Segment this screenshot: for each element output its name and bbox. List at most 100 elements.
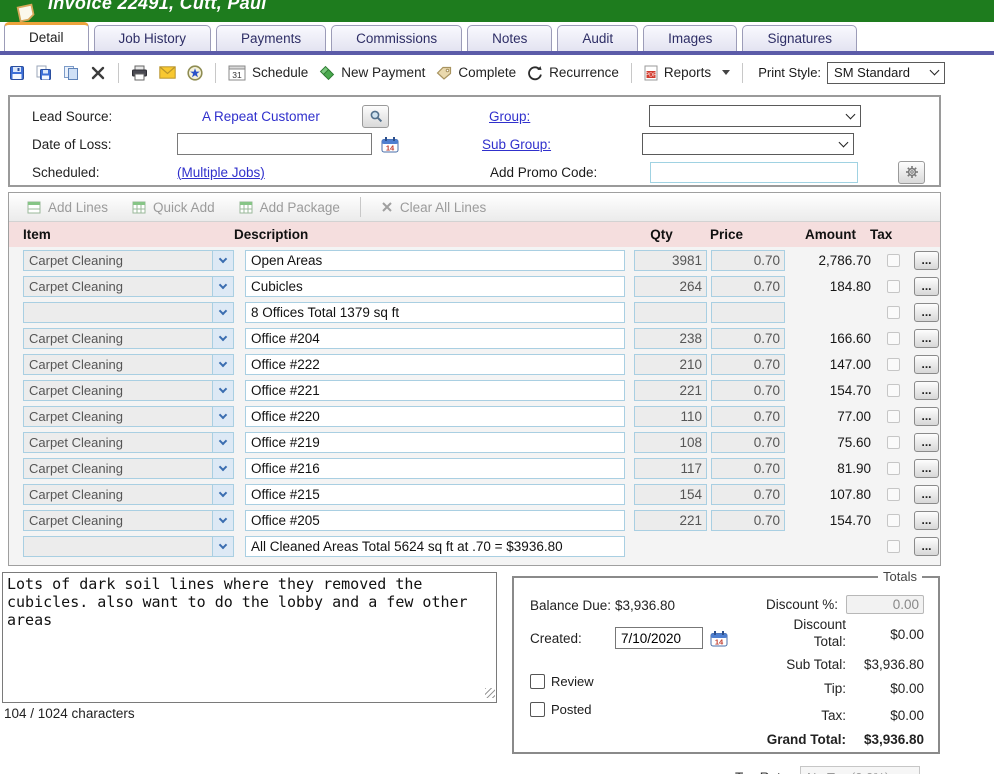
- row-options-button[interactable]: ...: [914, 537, 939, 556]
- price-input[interactable]: [711, 380, 785, 401]
- item-select[interactable]: Carpet Cleaning: [23, 250, 213, 271]
- copy-button[interactable]: [60, 60, 82, 86]
- row-options-button[interactable]: ...: [914, 303, 939, 322]
- qty-input[interactable]: [634, 380, 707, 401]
- description-input[interactable]: [245, 510, 625, 531]
- tax-rate-select[interactable]: No Tax (0.0%): [800, 766, 920, 774]
- tax-checkbox[interactable]: [887, 306, 900, 319]
- description-input[interactable]: [245, 354, 625, 375]
- discount-pct-input[interactable]: [846, 595, 924, 614]
- price-input[interactable]: [711, 484, 785, 505]
- clear-all-lines-button[interactable]: Clear All Lines: [373, 195, 494, 219]
- item-select[interactable]: [23, 302, 213, 323]
- item-select[interactable]: Carpet Cleaning: [23, 406, 213, 427]
- item-select[interactable]: Carpet Cleaning: [23, 276, 213, 297]
- price-input[interactable]: [711, 458, 785, 479]
- quick-add-button[interactable]: Quick Add: [124, 195, 223, 219]
- item-select-chevron[interactable]: [213, 380, 234, 401]
- new-payment-button[interactable]: New Payment: [316, 60, 428, 86]
- item-select[interactable]: Carpet Cleaning: [23, 380, 213, 401]
- item-select[interactable]: Carpet Cleaning: [23, 354, 213, 375]
- add-lines-button[interactable]: Add Lines: [19, 195, 116, 219]
- tax-checkbox[interactable]: [887, 332, 900, 345]
- complete-button[interactable]: Complete: [433, 60, 519, 86]
- sub-group-link[interactable]: Sub Group:: [482, 137, 551, 152]
- item-select-chevron[interactable]: [213, 432, 234, 453]
- description-input[interactable]: [245, 484, 625, 505]
- tax-checkbox[interactable]: [887, 410, 900, 423]
- group-link[interactable]: Group:: [489, 109, 530, 124]
- qty-input[interactable]: [634, 432, 707, 453]
- notes-textarea[interactable]: Lots of dark soil lines where they remov…: [2, 572, 497, 703]
- tab-audit[interactable]: Audit: [557, 25, 638, 51]
- posted-checkbox[interactable]: [530, 702, 545, 717]
- date-of-loss-input[interactable]: [177, 133, 372, 155]
- row-options-button[interactable]: ...: [914, 381, 939, 400]
- calendar-icon[interactable]: 14: [381, 136, 400, 153]
- tab-images[interactable]: Images: [643, 25, 737, 51]
- description-input[interactable]: [245, 276, 625, 297]
- description-input[interactable]: [245, 458, 625, 479]
- save-button[interactable]: [6, 60, 28, 86]
- save-close-button[interactable]: [33, 60, 55, 86]
- multiple-jobs-link[interactable]: (Multiple Jobs): [177, 165, 265, 180]
- description-input[interactable]: [245, 406, 625, 427]
- qty-input[interactable]: [634, 484, 707, 505]
- item-select-chevron[interactable]: [213, 510, 234, 531]
- tab-payments[interactable]: Payments: [216, 25, 326, 51]
- row-options-button[interactable]: ...: [914, 433, 939, 452]
- row-options-button[interactable]: ...: [914, 329, 939, 348]
- item-select-chevron[interactable]: [213, 328, 234, 349]
- add-package-button[interactable]: Add Package: [231, 195, 348, 219]
- price-input[interactable]: [711, 406, 785, 427]
- row-options-button[interactable]: ...: [914, 355, 939, 374]
- row-options-button[interactable]: ...: [914, 459, 939, 478]
- tax-checkbox[interactable]: [887, 488, 900, 501]
- item-select[interactable]: Carpet Cleaning: [23, 458, 213, 479]
- tax-checkbox[interactable]: [887, 514, 900, 527]
- tax-checkbox[interactable]: [887, 540, 900, 553]
- tab-job-history[interactable]: Job History: [94, 25, 212, 51]
- resize-handle-icon[interactable]: [485, 688, 495, 698]
- price-input[interactable]: [711, 302, 785, 323]
- apply-promo-button[interactable]: [898, 161, 925, 184]
- reports-button[interactable]: PDFReports: [641, 60, 714, 86]
- item-select[interactable]: Carpet Cleaning: [23, 484, 213, 505]
- reports-dropdown-button[interactable]: [719, 60, 733, 86]
- tax-checkbox[interactable]: [887, 384, 900, 397]
- email-button[interactable]: [156, 60, 179, 86]
- tab-detail[interactable]: Detail: [4, 22, 89, 51]
- group-select[interactable]: [649, 105, 861, 127]
- sub-group-select[interactable]: [642, 133, 854, 155]
- row-options-button[interactable]: ...: [914, 277, 939, 296]
- item-select-chevron[interactable]: [213, 406, 234, 427]
- description-input[interactable]: [245, 380, 625, 401]
- review-checkbox[interactable]: [530, 674, 545, 689]
- row-options-button[interactable]: ...: [914, 407, 939, 426]
- item-select[interactable]: [23, 536, 213, 557]
- delete-button[interactable]: [87, 60, 109, 86]
- item-select-chevron[interactable]: [213, 250, 234, 271]
- price-input[interactable]: [711, 354, 785, 375]
- tax-checkbox[interactable]: [887, 280, 900, 293]
- print-style-select[interactable]: SM Standard: [827, 62, 945, 84]
- item-select[interactable]: Carpet Cleaning: [23, 510, 213, 531]
- price-input[interactable]: [711, 510, 785, 531]
- qty-input[interactable]: [634, 328, 707, 349]
- print-button[interactable]: [128, 60, 151, 86]
- tax-checkbox[interactable]: [887, 358, 900, 371]
- row-options-button[interactable]: ...: [914, 251, 939, 270]
- item-select-chevron[interactable]: [213, 458, 234, 479]
- qty-input[interactable]: [634, 510, 707, 531]
- tab-commissions[interactable]: Commissions: [331, 25, 462, 51]
- item-select-chevron[interactable]: [213, 302, 234, 323]
- tab-notes[interactable]: Notes: [467, 25, 552, 51]
- tax-checkbox[interactable]: [887, 254, 900, 267]
- description-input[interactable]: [245, 250, 625, 271]
- price-input[interactable]: [711, 250, 785, 271]
- qty-input[interactable]: [634, 302, 707, 323]
- row-options-button[interactable]: ...: [914, 485, 939, 504]
- qty-input[interactable]: [634, 276, 707, 297]
- tax-checkbox[interactable]: [887, 462, 900, 475]
- item-select-chevron[interactable]: [213, 536, 234, 557]
